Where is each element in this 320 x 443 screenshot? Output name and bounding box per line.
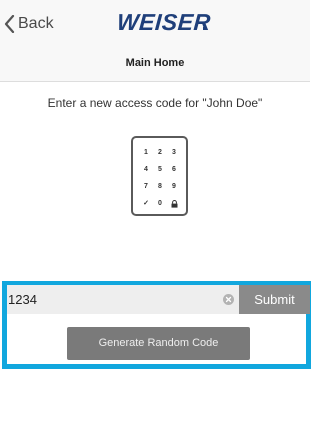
navigation-bar: Back WEISER xyxy=(0,0,310,44)
keypad-key-5: 5 xyxy=(158,166,162,173)
back-label: Back xyxy=(18,15,54,32)
submit-button[interactable]: Submit xyxy=(239,285,310,314)
keypad-key-0: 0 xyxy=(158,200,162,207)
keypad-key-8: 8 xyxy=(158,183,162,190)
keypad-key-7: 7 xyxy=(144,183,148,190)
lock-icon xyxy=(167,199,181,208)
keypad-key-6: 6 xyxy=(172,166,176,173)
checkmark-icon: ✓ xyxy=(143,200,149,207)
code-entry-row: Submit xyxy=(7,285,310,314)
clear-x-icon[interactable] xyxy=(223,294,234,305)
keypad-illustration: 1 2 3 4 5 6 7 8 9 ✓ 0 xyxy=(131,136,188,216)
page-title: Main Home xyxy=(0,44,310,82)
access-code-input[interactable] xyxy=(7,285,237,314)
generate-random-code-button[interactable]: Generate Random Code xyxy=(67,327,250,360)
keypad-key-9: 9 xyxy=(172,183,176,190)
keypad-key-3: 3 xyxy=(172,149,176,156)
keypad-key-2: 2 xyxy=(158,149,162,156)
chevron-left-icon xyxy=(4,15,15,33)
logo-trademark-dot xyxy=(203,27,206,30)
weiser-logo: WEISER xyxy=(116,9,212,35)
keypad-key-1: 1 xyxy=(144,149,148,156)
back-button[interactable]: Back xyxy=(4,14,54,34)
keypad-key-4: 4 xyxy=(144,166,148,173)
access-code-prompt: Enter a new access code for "John Doe" xyxy=(47,96,263,110)
